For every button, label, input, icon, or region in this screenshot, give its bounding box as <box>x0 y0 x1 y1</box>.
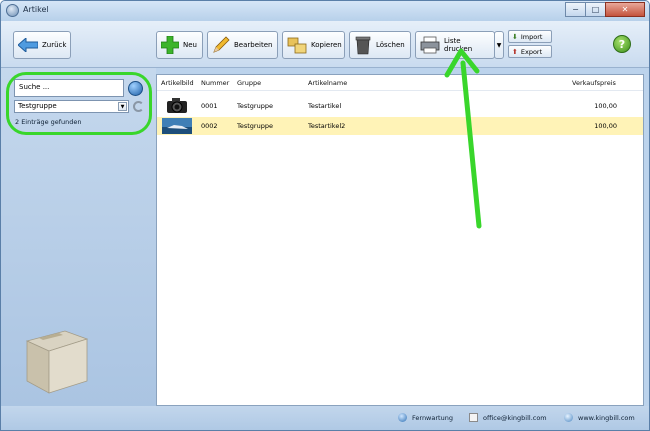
export-label: Export <box>520 47 543 56</box>
header-image[interactable]: Artikelbild <box>161 79 194 87</box>
import-icon: ⬇ <box>512 32 518 41</box>
cell-number: 0002 <box>201 122 218 130</box>
printer-icon <box>420 36 440 54</box>
copy-button[interactable]: Kopieren <box>282 31 345 59</box>
cell-number: 0001 <box>201 102 218 110</box>
delete-label: Löschen <box>376 41 405 49</box>
back-arrow-icon <box>18 38 38 52</box>
email-link[interactable]: office@kingbill.com <box>469 413 547 422</box>
header-price[interactable]: Verkaufspreis <box>572 79 616 87</box>
cell-price: 100,00 <box>594 122 617 130</box>
cardboard-box-icon <box>25 330 89 394</box>
title-bar: Artikel − □ ✕ <box>1 1 649 21</box>
delete-button[interactable]: Löschen <box>349 31 411 59</box>
cell-price: 100,00 <box>594 102 617 110</box>
website-label: www.kingbill.com <box>578 413 635 422</box>
artikel-window: Artikel − □ ✕ Zurück Neu Bearbeiten Kopi… <box>0 0 650 431</box>
email-label: office@kingbill.com <box>483 413 547 422</box>
table-row[interactable]: 0002 Testgruppe Testartikel2 100,00 <box>157 117 643 135</box>
camera-icon <box>167 98 187 113</box>
new-button[interactable]: Neu <box>156 31 203 59</box>
cell-group: Testgruppe <box>237 102 273 110</box>
edit-button[interactable]: Bearbeiten <box>207 31 278 59</box>
import-button[interactable]: ⬇ Import <box>508 30 552 43</box>
header-name[interactable]: Artikelname <box>308 79 347 87</box>
trash-can-icon <box>355 36 371 55</box>
remote-support-label: Fernwartung <box>412 413 453 422</box>
back-label: Zurück <box>42 41 67 49</box>
cell-group: Testgruppe <box>237 122 273 130</box>
mail-icon <box>469 413 478 422</box>
header-number[interactable]: Nummer <box>201 79 229 87</box>
close-button[interactable]: ✕ <box>605 2 645 17</box>
back-button[interactable]: Zurück <box>13 31 71 59</box>
minimize-button[interactable]: − <box>565 2 586 17</box>
help-icon[interactable]: ? <box>613 35 631 53</box>
website-link[interactable]: www.kingbill.com <box>564 413 635 422</box>
window-title: Artikel <box>23 5 49 14</box>
import-label: Import <box>520 32 543 41</box>
new-label: Neu <box>183 41 197 49</box>
edit-label: Bearbeiten <box>234 41 273 49</box>
pencil-icon <box>213 36 230 53</box>
copy-boxes-icon <box>287 37 307 54</box>
sidebar: Suche ... Testgruppe ▼ 2 Einträge gefund… <box>1 68 156 410</box>
toolbar: Zurück Neu Bearbeiten Kopieren Löschen L… <box>1 21 649 68</box>
app-icon <box>6 4 19 17</box>
status-bar: Fernwartung office@kingbill.com www.king… <box>1 406 649 430</box>
cell-name: Testartikel2 <box>308 122 346 130</box>
landscape-photo-icon <box>162 118 192 134</box>
highlight-annotation <box>6 72 152 135</box>
table-row[interactable]: 0001 Testgruppe Testartikel 100,00 <box>157 97 643 115</box>
maximize-button[interactable]: □ <box>585 2 606 17</box>
remote-support-link[interactable]: Fernwartung <box>398 413 453 422</box>
article-table: Artikelbild Nummer Gruppe Artikelname Ve… <box>156 74 644 406</box>
cell-name: Testartikel <box>308 102 342 110</box>
pointer-arrow-annotation <box>444 48 482 229</box>
export-icon: ⬆ <box>512 47 518 56</box>
table-header: Artikelbild Nummer Gruppe Artikelname Ve… <box>157 75 643 91</box>
copy-label: Kopieren <box>311 41 342 49</box>
globe-icon <box>564 413 573 422</box>
plus-icon <box>161 36 179 54</box>
export-button[interactable]: ⬆ Export <box>508 45 552 58</box>
window-controls: − □ ✕ <box>565 2 645 17</box>
remote-support-icon <box>398 413 407 422</box>
header-group[interactable]: Gruppe <box>237 79 261 87</box>
